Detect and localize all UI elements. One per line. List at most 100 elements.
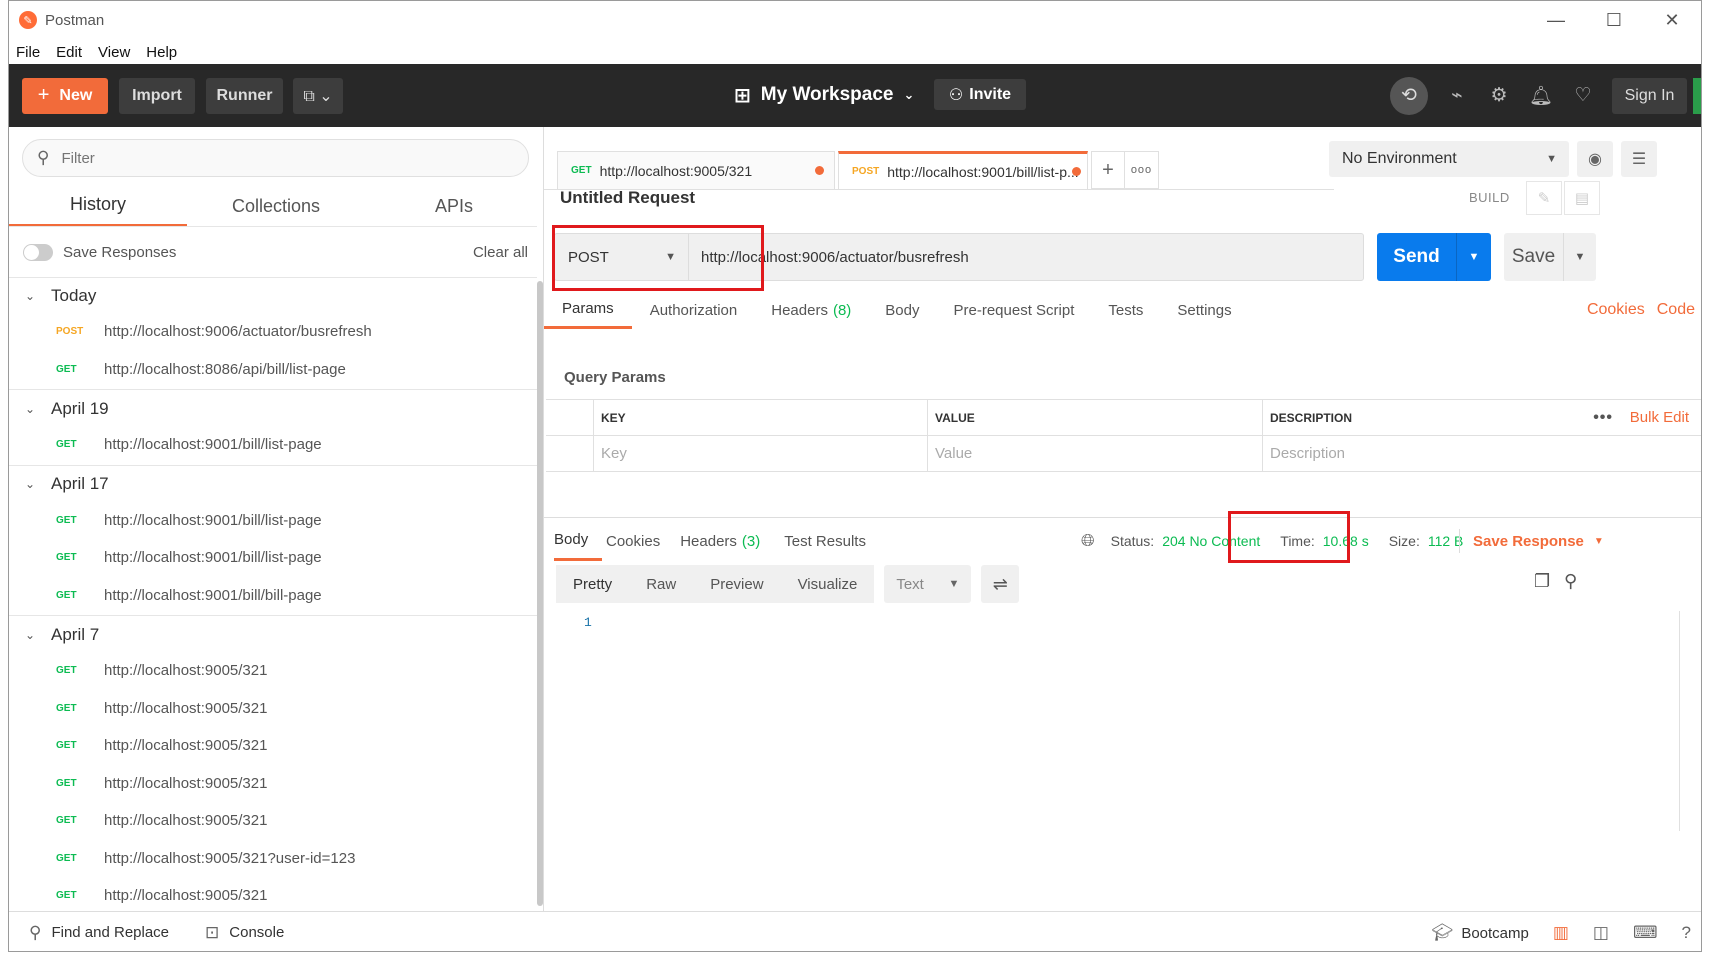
cookies-link[interactable]: Cookies: [1587, 301, 1645, 319]
response-tab-cookies[interactable]: Cookies: [606, 521, 660, 561]
filter-box[interactable]: ⚲: [22, 139, 529, 177]
tab-settings[interactable]: Settings: [1177, 291, 1231, 329]
settings-icon[interactable]: ⚙: [1478, 84, 1520, 107]
tab-apis[interactable]: APIs: [365, 185, 543, 227]
environment-select[interactable]: No Environment ▼: [1329, 141, 1569, 177]
tab-body[interactable]: Body: [885, 291, 919, 329]
history-item[interactable]: GET http://localhost:9001/bill/bill-page: [9, 577, 537, 615]
keyboard-icon[interactable]: ⌨: [1633, 923, 1658, 943]
history-item[interactable]: GET http://localhost:8086/api/bill/list-p…: [9, 351, 537, 389]
wrap-lines-icon[interactable]: ⇌: [981, 565, 1020, 603]
bootcamp-button[interactable]: Bootcamp: [1461, 925, 1529, 942]
save-responses-toggle[interactable]: [23, 243, 53, 261]
key-field[interactable]: Key: [593, 436, 927, 471]
response-tab-body[interactable]: Body: [554, 521, 602, 561]
globe-icon[interactable]: 🌐︎: [1081, 531, 1095, 551]
format-visualize[interactable]: Visualize: [780, 565, 875, 603]
history-item[interactable]: GET http://localhost:9005/321: [9, 802, 537, 840]
menu-view[interactable]: View: [98, 44, 130, 61]
caret-down-icon[interactable]: ▼: [1564, 233, 1596, 281]
save-button[interactable]: Save ▼: [1504, 233, 1596, 281]
format-pretty[interactable]: Pretty: [556, 565, 630, 603]
history-item[interactable]: GET http://localhost:9001/bill/list-page: [9, 426, 537, 464]
request-tab-active[interactable]: POST http://localhost:9001/bill/list-p..…: [838, 151, 1088, 189]
history-group[interactable]: ⌄ April 7: [9, 617, 537, 652]
copy-icon[interactable]: ❐: [1534, 571, 1550, 592]
sliders-icon[interactable]: ☰: [1621, 141, 1657, 177]
send-button[interactable]: Send ▼: [1377, 233, 1491, 281]
eye-icon[interactable]: ◉: [1577, 141, 1613, 177]
heart-icon[interactable]: ♡: [1562, 84, 1604, 107]
two-pane-icon[interactable]: ▥: [1553, 923, 1569, 943]
bulk-edit-link[interactable]: Bulk Edit: [1630, 409, 1689, 426]
invite-button[interactable]: ⚇ Invite: [934, 79, 1026, 110]
document-icon[interactable]: ▤: [1564, 181, 1600, 215]
close-icon[interactable]: ✕: [1643, 1, 1701, 39]
new-window-button[interactable]: ⧉ ⌄: [293, 77, 343, 114]
value-field[interactable]: Value: [927, 436, 1262, 471]
new-button[interactable]: + New: [22, 77, 108, 114]
response-tab-headers[interactable]: Headers (3): [680, 521, 760, 561]
tab-headers[interactable]: Headers (8): [771, 291, 851, 329]
request-name[interactable]: Untitled Request: [560, 188, 695, 208]
sync-icon[interactable]: ⟲: [1390, 76, 1428, 115]
history-item[interactable]: GET http://localhost:9005/321: [9, 727, 537, 765]
save-response-button[interactable]: Save Response ▼: [1459, 517, 1604, 565]
method-badge: GET: [56, 552, 77, 564]
tab-collections[interactable]: Collections: [187, 185, 365, 227]
response-scrollbar[interactable]: [1679, 611, 1680, 831]
url-input[interactable]: [689, 234, 1363, 280]
clear-all-button[interactable]: Clear all: [473, 244, 528, 261]
menu-file[interactable]: File: [16, 44, 40, 61]
response-tab-tests[interactable]: Test Results: [784, 521, 866, 561]
tab-prerequest-script[interactable]: Pre-request Script: [954, 291, 1075, 329]
history-item[interactable]: GET http://localhost:9005/321: [9, 877, 537, 911]
minimize-icon[interactable]: —: [1527, 1, 1585, 39]
history-item[interactable]: GET http://localhost:9005/321: [9, 765, 537, 803]
pencil-icon[interactable]: ✎: [1526, 181, 1562, 215]
maximize-icon[interactable]: ☐: [1585, 1, 1643, 39]
workspace-selector[interactable]: ⊞ My Workspace ⌄: [734, 77, 914, 113]
code-link[interactable]: Code: [1657, 301, 1695, 319]
description-field[interactable]: Description: [1262, 436, 1701, 471]
history-item[interactable]: GET http://localhost:9005/321?user-id=123: [9, 840, 537, 878]
find-replace-button[interactable]: ⚲ Find and Replace: [29, 923, 169, 943]
tab-tests[interactable]: Tests: [1108, 291, 1143, 329]
filter-input[interactable]: [61, 149, 482, 167]
more-tabs-icon[interactable]: ooo: [1125, 151, 1159, 189]
import-button[interactable]: Import: [119, 77, 195, 114]
console-button[interactable]: ⊡ Console: [205, 923, 284, 943]
menu-edit[interactable]: Edit: [56, 44, 82, 61]
tab-params[interactable]: Params: [544, 291, 632, 329]
bell-icon[interactable]: 🔔︎: [1520, 84, 1562, 108]
add-tab-icon[interactable]: +: [1091, 151, 1125, 189]
search-icon[interactable]: ⚲: [1564, 571, 1577, 592]
history-item[interactable]: GET http://localhost:9001/bill/list-page: [9, 502, 537, 540]
format-raw[interactable]: Raw: [629, 565, 694, 603]
history-item[interactable]: POST http://localhost:9006/actuator/busre…: [9, 313, 537, 351]
signin-button[interactable]: Sign In: [1612, 77, 1687, 114]
more-options-icon[interactable]: •••: [1593, 409, 1613, 427]
tab-authorization[interactable]: Authorization: [650, 291, 738, 329]
chevron-down-icon: ⌄: [903, 87, 915, 102]
history-scrollbar[interactable]: [537, 281, 543, 906]
text-type-label: Text: [896, 575, 924, 593]
history-item[interactable]: GET http://localhost:9005/321: [9, 690, 537, 728]
layout-icon[interactable]: ◫: [1593, 923, 1609, 943]
satellite-icon[interactable]: ⌁: [1436, 84, 1478, 107]
text-type-select[interactable]: Text ▼: [884, 565, 972, 603]
history-item[interactable]: GET http://localhost:9005/321: [9, 652, 537, 690]
method-badge: GET: [56, 740, 77, 752]
help-icon[interactable]: ?: [1682, 923, 1691, 943]
history-group[interactable]: ⌄ April 19: [9, 391, 537, 426]
history-group[interactable]: ⌄ April 17: [9, 467, 537, 502]
caret-down-icon[interactable]: ▼: [1457, 233, 1491, 281]
tab-history[interactable]: History: [9, 185, 187, 227]
history-item[interactable]: GET http://localhost:9001/bill/list-page: [9, 539, 537, 577]
request-tab[interactable]: GET http://localhost:9005/321: [557, 151, 835, 189]
format-preview[interactable]: Preview: [693, 565, 781, 603]
menu-help[interactable]: Help: [146, 44, 177, 61]
history-group[interactable]: ⌄ Today: [9, 278, 537, 313]
runner-button[interactable]: Runner: [206, 77, 283, 114]
history-item-url: http://localhost:9001/bill/list-page: [104, 549, 322, 567]
